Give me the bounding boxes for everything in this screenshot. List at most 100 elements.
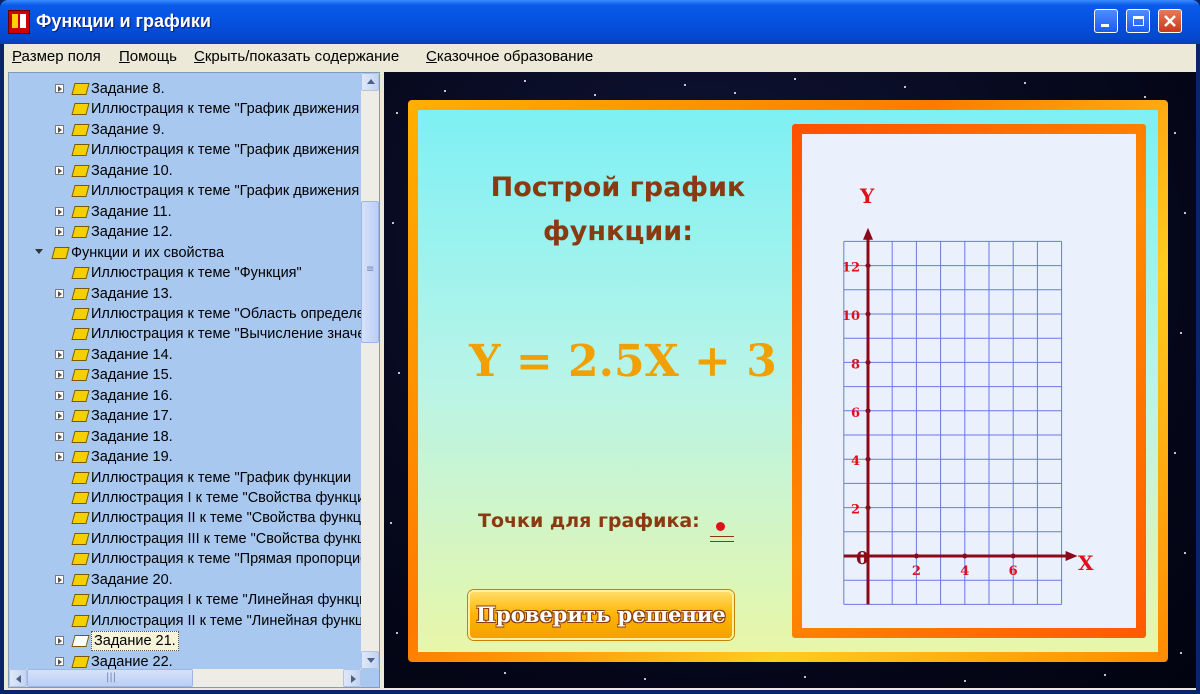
scroll-left-button[interactable] <box>9 669 27 687</box>
x-axis-arrow-icon <box>1065 551 1078 561</box>
book-icon <box>71 123 90 136</box>
tree-item[interactable]: Иллюстрация к теме "Вычисление значений <box>9 324 361 344</box>
tree-item-label: Задание 10. <box>91 162 173 179</box>
expand-icon[interactable] <box>55 349 64 359</box>
y-axis-arrow-icon <box>863 227 873 240</box>
expand-icon[interactable] <box>55 165 64 175</box>
tree-item[interactable]: Задание 19. <box>9 447 361 467</box>
tree-item[interactable]: Иллюстрация к теме "График движения <box>9 140 361 160</box>
menu-toggle-contents[interactable]: Скрыть/показать содержание <box>194 48 399 65</box>
tree-item[interactable]: Задание 18. <box>9 427 361 447</box>
coordinate-grid[interactable]: Y X 0 246810122 4 6 <box>802 134 1136 628</box>
tree-item[interactable]: Иллюстрация II к теме "Линейная функция <box>9 611 361 631</box>
star <box>1024 82 1026 84</box>
expand-icon[interactable] <box>55 288 64 298</box>
star <box>1184 552 1186 554</box>
tree-item[interactable]: Функции и их свойства <box>9 243 361 263</box>
book-icon <box>71 226 90 239</box>
minimize-button[interactable] <box>1094 9 1118 33</box>
expand-icon[interactable] <box>55 206 64 216</box>
scroll-right-button[interactable] <box>343 669 361 687</box>
tree-item[interactable]: Задание 11. <box>9 202 361 222</box>
title-bar[interactable]: Функции и графики <box>0 0 1200 44</box>
graph-panel[interactable]: Y X 0 2 4 6 8 10 12 2 4 6 <box>802 134 1136 628</box>
expand-icon[interactable] <box>55 411 64 421</box>
y-tick-label: 4 <box>851 454 860 469</box>
collapse-icon[interactable] <box>35 248 44 257</box>
book-icon <box>71 307 90 320</box>
tree-item[interactable]: Задание 20. <box>9 570 361 590</box>
tree-item[interactable]: Иллюстрация к теме "График движения <box>9 181 361 201</box>
tree-item-label: Задание 12. <box>91 224 173 241</box>
scroll-down-button[interactable] <box>361 651 379 669</box>
close-button[interactable] <box>1158 9 1182 33</box>
menu-field-size[interactable]: Размер поля <box>12 48 101 65</box>
tree-item[interactable]: Задание 14. <box>9 345 361 365</box>
tree-item[interactable]: Иллюстрация III к теме "Свойства функции <box>9 529 361 549</box>
expand-icon[interactable] <box>55 636 64 646</box>
expand-icon[interactable] <box>55 431 64 441</box>
tree-item[interactable]: Задание 10. <box>9 161 361 181</box>
y-tick-label: 10 <box>842 309 860 324</box>
tree-item-label: Иллюстрация к теме "Вычисление значений <box>91 326 361 343</box>
menu-help[interactable]: Помощь <box>119 48 177 65</box>
star <box>396 632 398 634</box>
book-icon <box>71 205 90 218</box>
tree-item[interactable]: Иллюстрация к теме "График движения <box>9 99 361 119</box>
expand-icon[interactable] <box>55 452 64 462</box>
tree-item[interactable]: Иллюстрация к теме "Прямая пропорциональ… <box>9 549 361 569</box>
tree-item[interactable]: Задание 22. <box>9 652 361 669</box>
menu-fairy-education[interactable]: Сказочное образование <box>426 48 593 65</box>
star <box>644 678 646 680</box>
expand-icon[interactable] <box>55 656 64 666</box>
tree-item-label: Иллюстрация к теме "График функции <box>91 469 352 486</box>
tree-item[interactable]: Задание 12. <box>9 222 361 242</box>
star <box>444 90 446 92</box>
vertical-scroll-thumb[interactable]: ≡ <box>361 201 379 343</box>
tree-item[interactable]: Задание 15. <box>9 365 361 385</box>
y-axis-label: Y <box>859 184 875 208</box>
tree-item-label: Иллюстрация к теме "График движения <box>91 101 360 118</box>
book-icon <box>71 328 90 341</box>
app-books-icon[interactable] <box>8 10 30 34</box>
book-icon <box>71 369 90 382</box>
tree-item-label: Иллюстрация к теме "Функция" <box>91 265 302 282</box>
tree-item-label: Задание 15. <box>91 367 173 384</box>
star <box>524 80 526 82</box>
book-icon <box>71 144 90 157</box>
expand-icon[interactable] <box>55 124 64 134</box>
contents-tree[interactable]: Задание 8. Иллюстрация к теме "График дви… <box>8 72 380 688</box>
expand-icon[interactable] <box>55 227 64 237</box>
tree-item[interactable]: Задание 8. <box>9 79 361 99</box>
arrow-down-icon <box>367 658 375 663</box>
tree-item[interactable]: Иллюстрация II к теме "Свойства функции <box>9 508 361 528</box>
tree-item[interactable]: Иллюстрация к теме "Область определения <box>9 304 361 324</box>
expand-icon[interactable] <box>55 574 64 584</box>
maximize-button[interactable] <box>1126 9 1150 33</box>
check-solution-button[interactable]: Проверить решение <box>468 590 734 640</box>
tree-item-label: Иллюстрация III к теме "Свойства функции <box>91 530 361 547</box>
tree-item[interactable]: Задание 21. <box>9 631 361 652</box>
tree-item[interactable]: Задание 17. <box>9 406 361 426</box>
horizontal-scroll-thumb[interactable]: ||| <box>27 669 193 687</box>
tree-horizontal-scrollbar[interactable]: ||| <box>9 669 361 687</box>
tree-item[interactable]: Задание 13. <box>9 284 361 304</box>
tree-item[interactable]: Иллюстрация I к теме "Свойства функции <box>9 488 361 508</box>
arrow-right-icon <box>351 675 356 683</box>
book-icon <box>71 430 90 443</box>
tree-item[interactable]: Иллюстрация к теме "Функция" <box>9 263 361 283</box>
tree-item[interactable]: Задание 9. <box>9 120 361 140</box>
point-marker-icon[interactable] <box>716 522 725 531</box>
star <box>1104 674 1106 676</box>
tree-vertical-scrollbar[interactable]: ≡ <box>361 73 379 669</box>
scroll-up-button[interactable] <box>361 73 379 91</box>
task-heading-line2: функции: <box>542 216 694 247</box>
expand-icon[interactable] <box>55 84 64 93</box>
expand-icon[interactable] <box>55 390 64 400</box>
tree-item[interactable]: Задание 16. <box>9 386 361 406</box>
star <box>1174 452 1176 454</box>
tree-item[interactable]: Иллюстрация к теме "График функции <box>9 468 361 488</box>
book-icon <box>71 103 90 116</box>
tree-item[interactable]: Иллюстрация I к теме "Линейная функция <box>9 590 361 610</box>
expand-icon[interactable] <box>55 370 64 380</box>
